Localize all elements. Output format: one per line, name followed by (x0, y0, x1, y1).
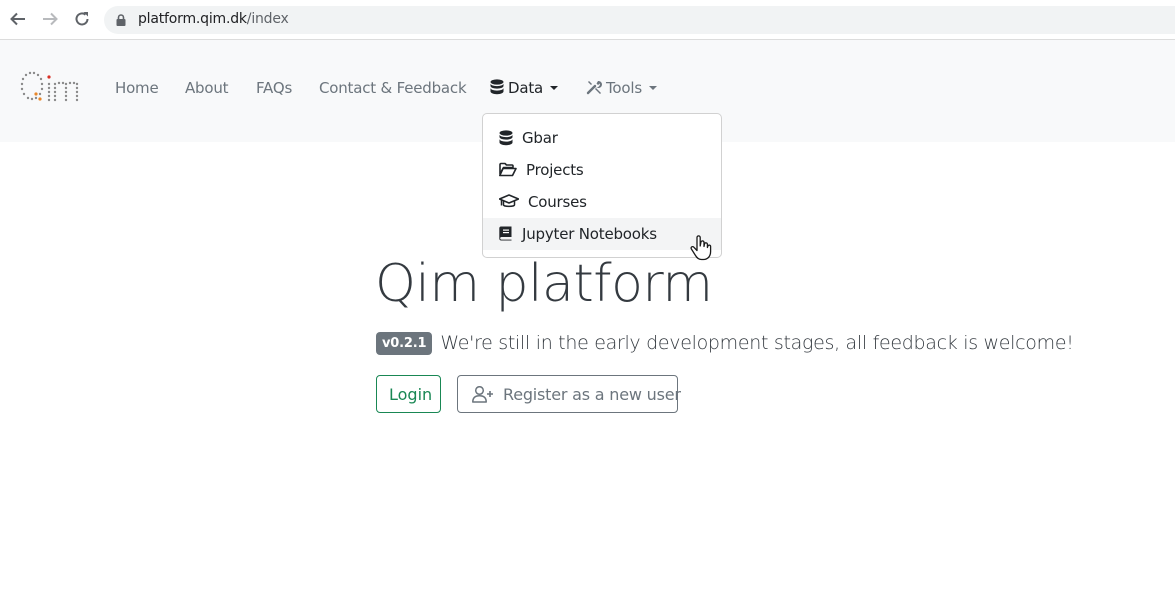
url-path: /index (246, 11, 289, 27)
register-label: Register as a new user (503, 385, 681, 404)
book-icon (499, 226, 512, 241)
nav-tools-dropdown[interactable]: Tools (586, 79, 657, 97)
database-icon (490, 79, 504, 95)
dropdown-item-label: Courses (528, 193, 587, 211)
caret-down-icon (648, 86, 657, 90)
tools-icon (586, 80, 602, 95)
dropdown-item-courses[interactable]: Courses (483, 186, 721, 218)
dropdown-item-projects[interactable]: Projects (483, 154, 721, 186)
hand-pointer-icon (690, 235, 712, 261)
nav-about[interactable]: About (185, 79, 229, 97)
nav-home[interactable]: Home (115, 79, 159, 97)
graduation-cap-icon (499, 194, 519, 208)
login-button[interactable]: Login (376, 375, 441, 413)
folder-open-icon (499, 162, 517, 177)
register-button[interactable]: Register as a new user (457, 375, 681, 413)
user-plus-icon (472, 386, 493, 403)
qim-logo[interactable] (20, 70, 80, 102)
login-label: Login (389, 385, 433, 404)
nav-data-dropdown[interactable]: Data (490, 79, 559, 97)
dropdown-item-label: Jupyter Notebooks (522, 225, 657, 243)
reload-button[interactable] (71, 8, 93, 30)
browser-toolbar: platform.qim.dk/index (0, 0, 1175, 40)
arrow-left-icon (10, 12, 25, 26)
page-title: Qim platform (375, 254, 713, 314)
address-bar[interactable]: platform.qim.dk/index (104, 6, 1175, 34)
url-text: platform.qim.dk/index (138, 11, 289, 27)
reload-icon (75, 12, 89, 26)
nav-contact-feedback[interactable]: Contact & Feedback (319, 79, 467, 97)
data-dropdown-menu: Gbar Projects Courses Jupyter Notebooks (482, 113, 722, 258)
arrow-right-icon (43, 12, 58, 26)
database-icon (499, 130, 513, 146)
lock-icon (116, 14, 126, 26)
version-badge: v0.2.1 (376, 332, 433, 355)
forward-button[interactable] (39, 8, 61, 30)
dropdown-item-label: Gbar (522, 129, 558, 147)
back-button[interactable] (7, 8, 29, 30)
dropdown-item-gbar[interactable]: Gbar (483, 122, 721, 154)
nav-faqs[interactable]: FAQs (256, 79, 292, 97)
nav-tools-label: Tools (606, 79, 642, 97)
dropdown-item-jupyter-notebooks[interactable]: Jupyter Notebooks (483, 218, 721, 250)
nav-data-label: Data (508, 79, 544, 97)
lead-text: v0.2.1 We're still in the early developm… (376, 332, 1074, 356)
dropdown-item-label: Projects (526, 161, 584, 179)
lead-message: We're still in the early development sta… (440, 332, 1074, 354)
caret-down-icon (550, 86, 559, 90)
url-domain: platform.qim.dk (138, 11, 247, 27)
